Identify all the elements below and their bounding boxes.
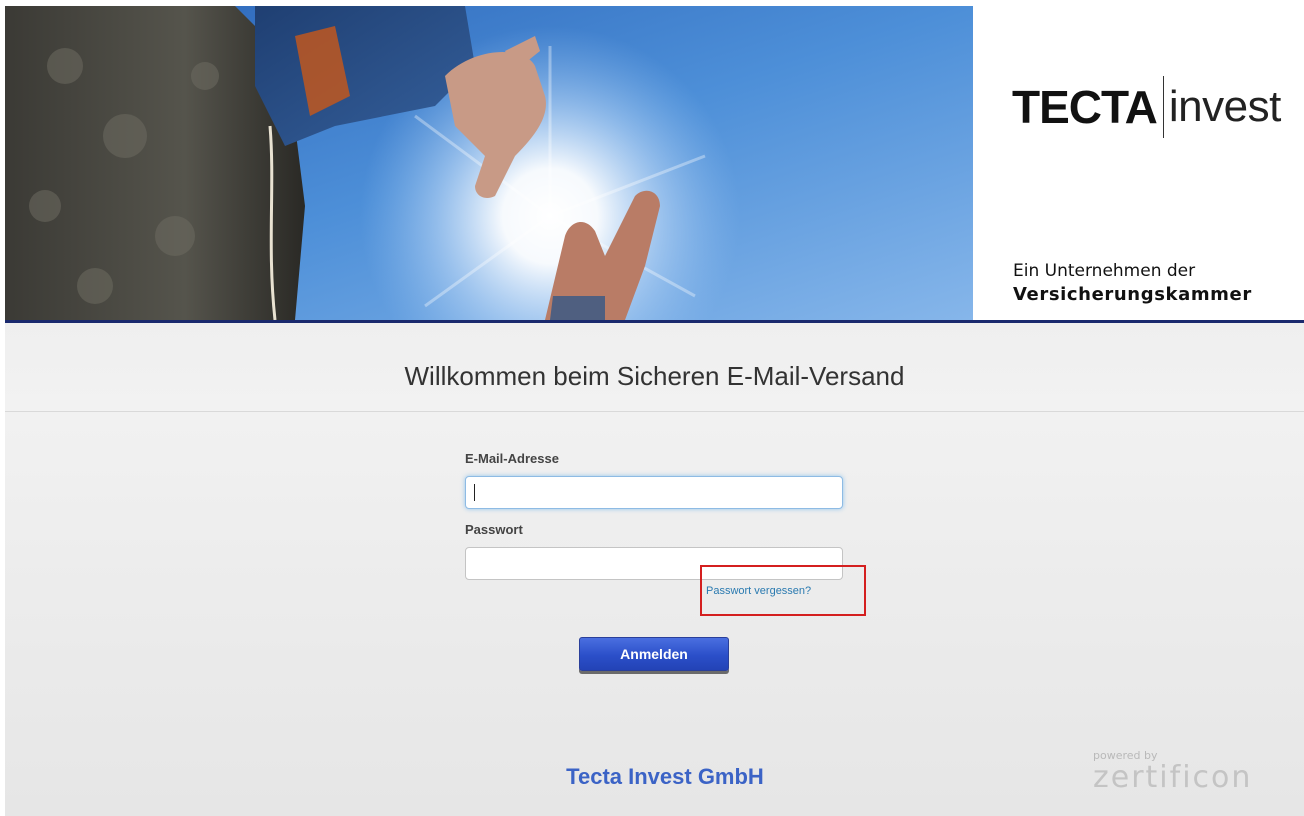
password-label: Passwort (465, 522, 523, 537)
hero-image (5, 6, 973, 320)
forgot-password-link[interactable]: Passwort vergessen? (706, 585, 811, 597)
brand-divider (1162, 76, 1164, 138)
tagline-line1: Ein Unternehmen der (1013, 261, 1196, 281)
brand-name: TECTA (1012, 81, 1158, 133)
brand-suffix: invest (1168, 82, 1281, 131)
page-title: Willkommen beim Sicheren E-Mail-Versand (404, 361, 905, 391)
email-field[interactable] (465, 476, 843, 509)
login-button[interactable]: Anmelden (579, 637, 729, 671)
header: TECTA invest Ein Unternehmen der Versich… (0, 0, 1304, 323)
tagline: Ein Unternehmen der Versicherungskammer (1013, 259, 1252, 307)
login-page: TECTA invest Ein Unternehmen der Versich… (0, 0, 1304, 816)
main-content: Willkommen beim Sicheren E-Mail-Versand … (5, 323, 1304, 816)
powered-brand: zertificon (1093, 760, 1253, 795)
tagline-line2: Versicherungskammer (1013, 284, 1252, 305)
welcome-bar: Willkommen beim Sicheren E-Mail-Versand (5, 323, 1304, 412)
text-cursor (474, 484, 475, 501)
brand-logo: TECTA invest (1012, 76, 1281, 138)
email-label: E-Mail-Adresse (465, 451, 559, 466)
powered-by-logo: powered by zertificon (1093, 749, 1252, 793)
